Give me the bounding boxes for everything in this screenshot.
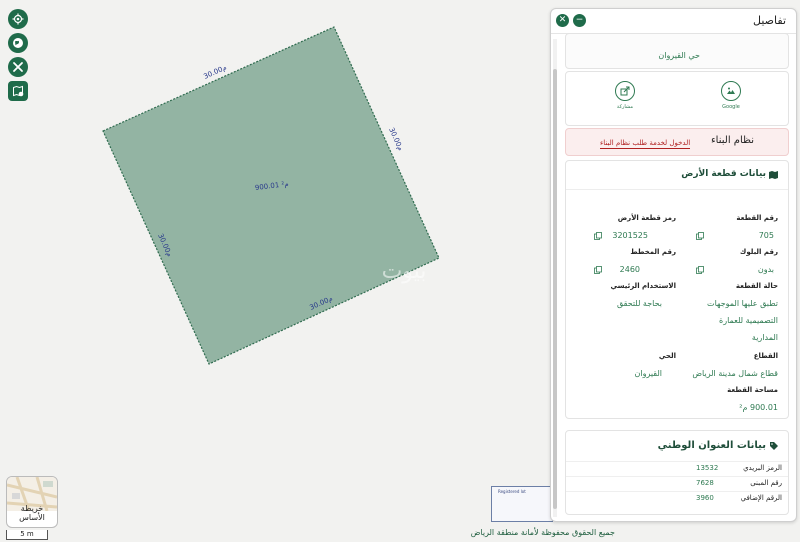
plot-status-line2: التصميمية للعمارة — [719, 316, 778, 325]
postal-code-row: الرمز البريدي 13532 — [566, 461, 788, 476]
block-number-value: بدون — [757, 265, 774, 274]
map-book-icon — [13, 85, 24, 97]
building-system-link[interactable]: الدخول لخدمة طلب نظام البناء — [600, 138, 691, 149]
close-button[interactable]: ✕ — [556, 14, 569, 27]
scrollbar-thumb[interactable] — [553, 69, 557, 509]
copy-icon[interactable] — [696, 232, 704, 240]
block-number-label: رقم البلوك — [739, 248, 778, 256]
land-data-header: بيانات قطعة الأرض — [566, 161, 788, 190]
plot-status-label: حالة القطعة — [735, 282, 778, 290]
copy-icon[interactable] — [594, 232, 602, 240]
national-address-header: بيانات العنوان الوطني — [566, 431, 788, 462]
watermark: بيوت — [382, 259, 427, 284]
additional-number-row: الرقم الإضافي 3960 — [566, 491, 788, 506]
basemap-label: خريطة الأساس — [19, 504, 45, 522]
google-button[interactable]: Google — [711, 81, 751, 110]
locate-icon — [12, 13, 24, 25]
plot-status-line3: المدارية — [751, 333, 778, 342]
copyright-text: جميع الحقوق محفوظة لأمانة منطقة الرياض — [470, 528, 615, 537]
share-icon — [620, 86, 630, 96]
panel-header: تفاصيل ✕ − — [551, 9, 796, 34]
additional-number-value: 3960 — [696, 494, 714, 502]
district-value: القيروان — [634, 369, 663, 378]
national-address-card: بيانات العنوان الوطني الرمز البريدي 1353… — [565, 430, 789, 515]
plot-code-label: رمز قطعة الأرض — [617, 214, 676, 222]
details-panel: تفاصيل ✕ − حي القيروان Google مشاركة نظا… — [550, 8, 797, 522]
plot-area-value: 900.01 م² — [739, 403, 778, 412]
share-button[interactable]: مشاركة — [605, 81, 645, 110]
basemap-switcher[interactable]: خريطة الأساس — [6, 476, 58, 528]
plot-area-label: مساحة القطعة — [727, 386, 778, 394]
building-system-bar: نظام البناء الدخول لخدمة طلب نظام البناء — [565, 128, 789, 156]
edge-label-right: 30.00م — [387, 126, 404, 152]
tag-icon — [770, 442, 778, 450]
minimap-title: Registered lot — [498, 489, 526, 494]
summary-district: حي القيروان — [658, 51, 700, 60]
postal-code-label: الرمز البريدي — [743, 464, 782, 472]
copy-icon[interactable] — [696, 266, 704, 274]
plot-number-value: 705 — [758, 231, 774, 240]
panel-title: تفاصيل — [753, 14, 786, 27]
parcel-polygon[interactable] — [102, 26, 440, 365]
plot-code-value: 3201525 — [612, 231, 648, 240]
map-icon — [769, 171, 778, 179]
additional-number-label: الرقم الإضافي — [740, 494, 782, 502]
national-address-title: بيانات العنوان الوطني — [657, 440, 766, 451]
locate-button[interactable] — [8, 9, 28, 29]
building-number-value: 7628 — [696, 479, 714, 487]
map-book-button[interactable] — [8, 81, 28, 101]
main-use-label: الاستخدام الرئيسي — [610, 282, 676, 290]
building-number-label: رقم المبنى — [750, 479, 782, 487]
actions-card: Google مشاركة — [565, 71, 789, 126]
tools-icon — [13, 62, 23, 72]
overview-minimap[interactable]: Registered lot — [491, 486, 553, 522]
tools-button[interactable] — [8, 57, 28, 77]
close-icon: ✕ — [558, 15, 567, 25]
globe-icon — [13, 38, 23, 48]
postal-code-value: 13532 — [696, 464, 719, 472]
share-label: مشاركة — [616, 104, 634, 110]
scale-bar: 5 m — [6, 530, 48, 540]
plan-number-label: رقم المخطط — [630, 248, 676, 256]
google-maps-icon — [727, 87, 735, 94]
sector-label: القطاع — [753, 352, 778, 360]
land-data-card: بيانات قطعة الأرض رقم القطعة 705 رمز قطع… — [565, 160, 789, 419]
main-use-value: بحاجة للتحقق — [617, 299, 662, 308]
land-data-title: بيانات قطعة الأرض — [681, 169, 766, 179]
minimize-button[interactable]: − — [573, 14, 586, 27]
google-label: Google — [722, 104, 740, 110]
building-number-row: رقم المبنى 7628 — [566, 476, 788, 491]
plot-status-line1: تطبق عليها الموجهات — [707, 299, 778, 308]
copy-icon[interactable] — [594, 266, 602, 274]
district-label: الحي — [658, 352, 676, 360]
plan-number-value: 2460 — [619, 265, 640, 274]
building-system-label: نظام البناء — [710, 135, 754, 146]
sector-value: قطاع شمال مدينة الرياض — [692, 369, 778, 378]
plot-number-label: رقم القطعة — [736, 214, 778, 222]
minus-icon: − — [575, 15, 584, 25]
summary-card: حي القيروان — [565, 33, 789, 69]
globe-button[interactable] — [8, 33, 28, 53]
